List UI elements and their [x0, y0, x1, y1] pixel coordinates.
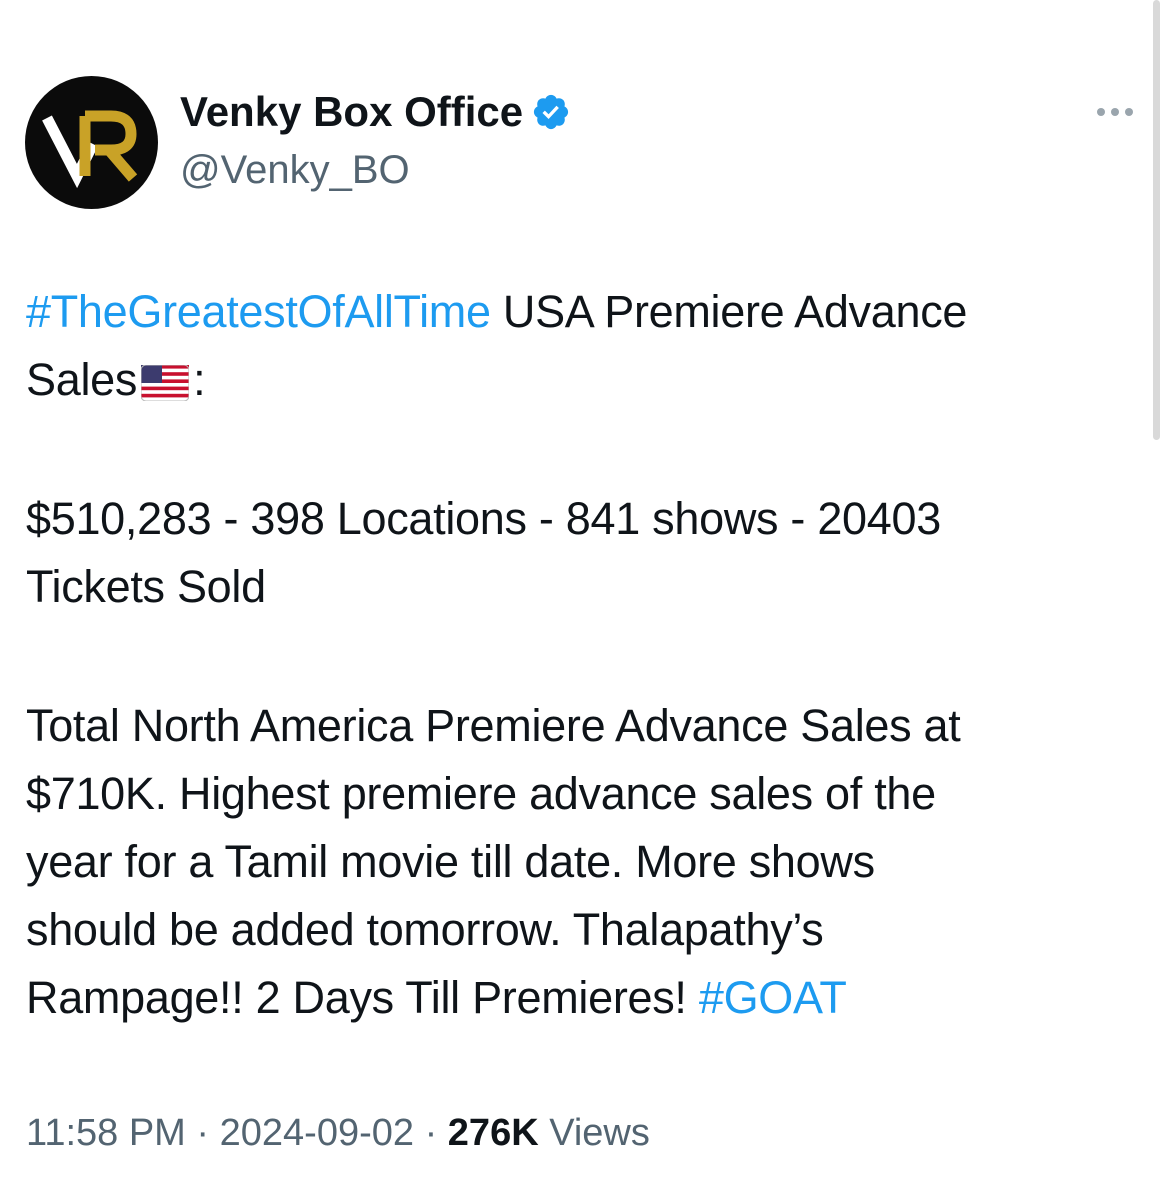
tweet-text: $710K. Highest premiere advance sales of…: [26, 768, 936, 819]
hashtag-link[interactable]: #GOAT: [699, 972, 847, 1023]
tweet-paragraph-1: #TheGreatestOfAllTime USA Premiere Advan…: [26, 278, 1136, 414]
tweet-text: $510,283 - 398 Locations - 841 shows - 2…: [26, 493, 941, 544]
display-name[interactable]: Venky Box Office: [180, 87, 571, 137]
tweet-text: Tickets Sold: [26, 561, 266, 612]
handle[interactable]: @Venky_BO: [180, 146, 410, 194]
separator: ·: [414, 1112, 448, 1154]
scrollbar[interactable]: [1153, 0, 1160, 440]
separator: ·: [185, 1112, 220, 1154]
verified-badge-icon: [534, 94, 569, 130]
display-name-text[interactable]: Venky Box Office: [180, 87, 523, 137]
tweet-text: should be added tomorrow. Thalapathy’s: [26, 904, 824, 955]
us-flag-emoji: [141, 365, 190, 401]
tweet-text: Total North America Premiere Advance Sal…: [26, 700, 961, 751]
tweet-time[interactable]: 11:58 PM: [26, 1112, 186, 1154]
more-dot: [1097, 108, 1105, 116]
tweet-date[interactable]: 2024-09-02: [220, 1112, 414, 1154]
views-count[interactable]: 276K: [448, 1112, 539, 1154]
vr-logo-icon: [41, 110, 137, 188]
tweet-text: Rampage!! 2 Days Till Premieres!: [26, 972, 699, 1023]
more-dot: [1111, 108, 1119, 116]
more-dot: [1125, 108, 1133, 116]
tweet-text: :: [193, 354, 206, 405]
tweet-paragraph-2: $510,283 - 398 Locations - 841 shows - 2…: [26, 485, 1136, 621]
tweet-meta: 11:58 PM · 2024-09-02 · 276K Views: [26, 1108, 650, 1158]
views-label: Views: [538, 1112, 650, 1154]
tweet-text: USA Premiere Advance: [490, 286, 968, 337]
hashtag-link[interactable]: #TheGreatestOfAllTime: [26, 286, 491, 337]
tweet-text: year for a Tamil movie till date. More s…: [26, 836, 875, 887]
tweet-paragraph-3: Total North America Premiere Advance Sal…: [26, 692, 1136, 1032]
more-options-icon[interactable]: [1097, 102, 1137, 122]
tweet-text: Sales: [26, 354, 138, 405]
avatar[interactable]: [25, 76, 158, 209]
